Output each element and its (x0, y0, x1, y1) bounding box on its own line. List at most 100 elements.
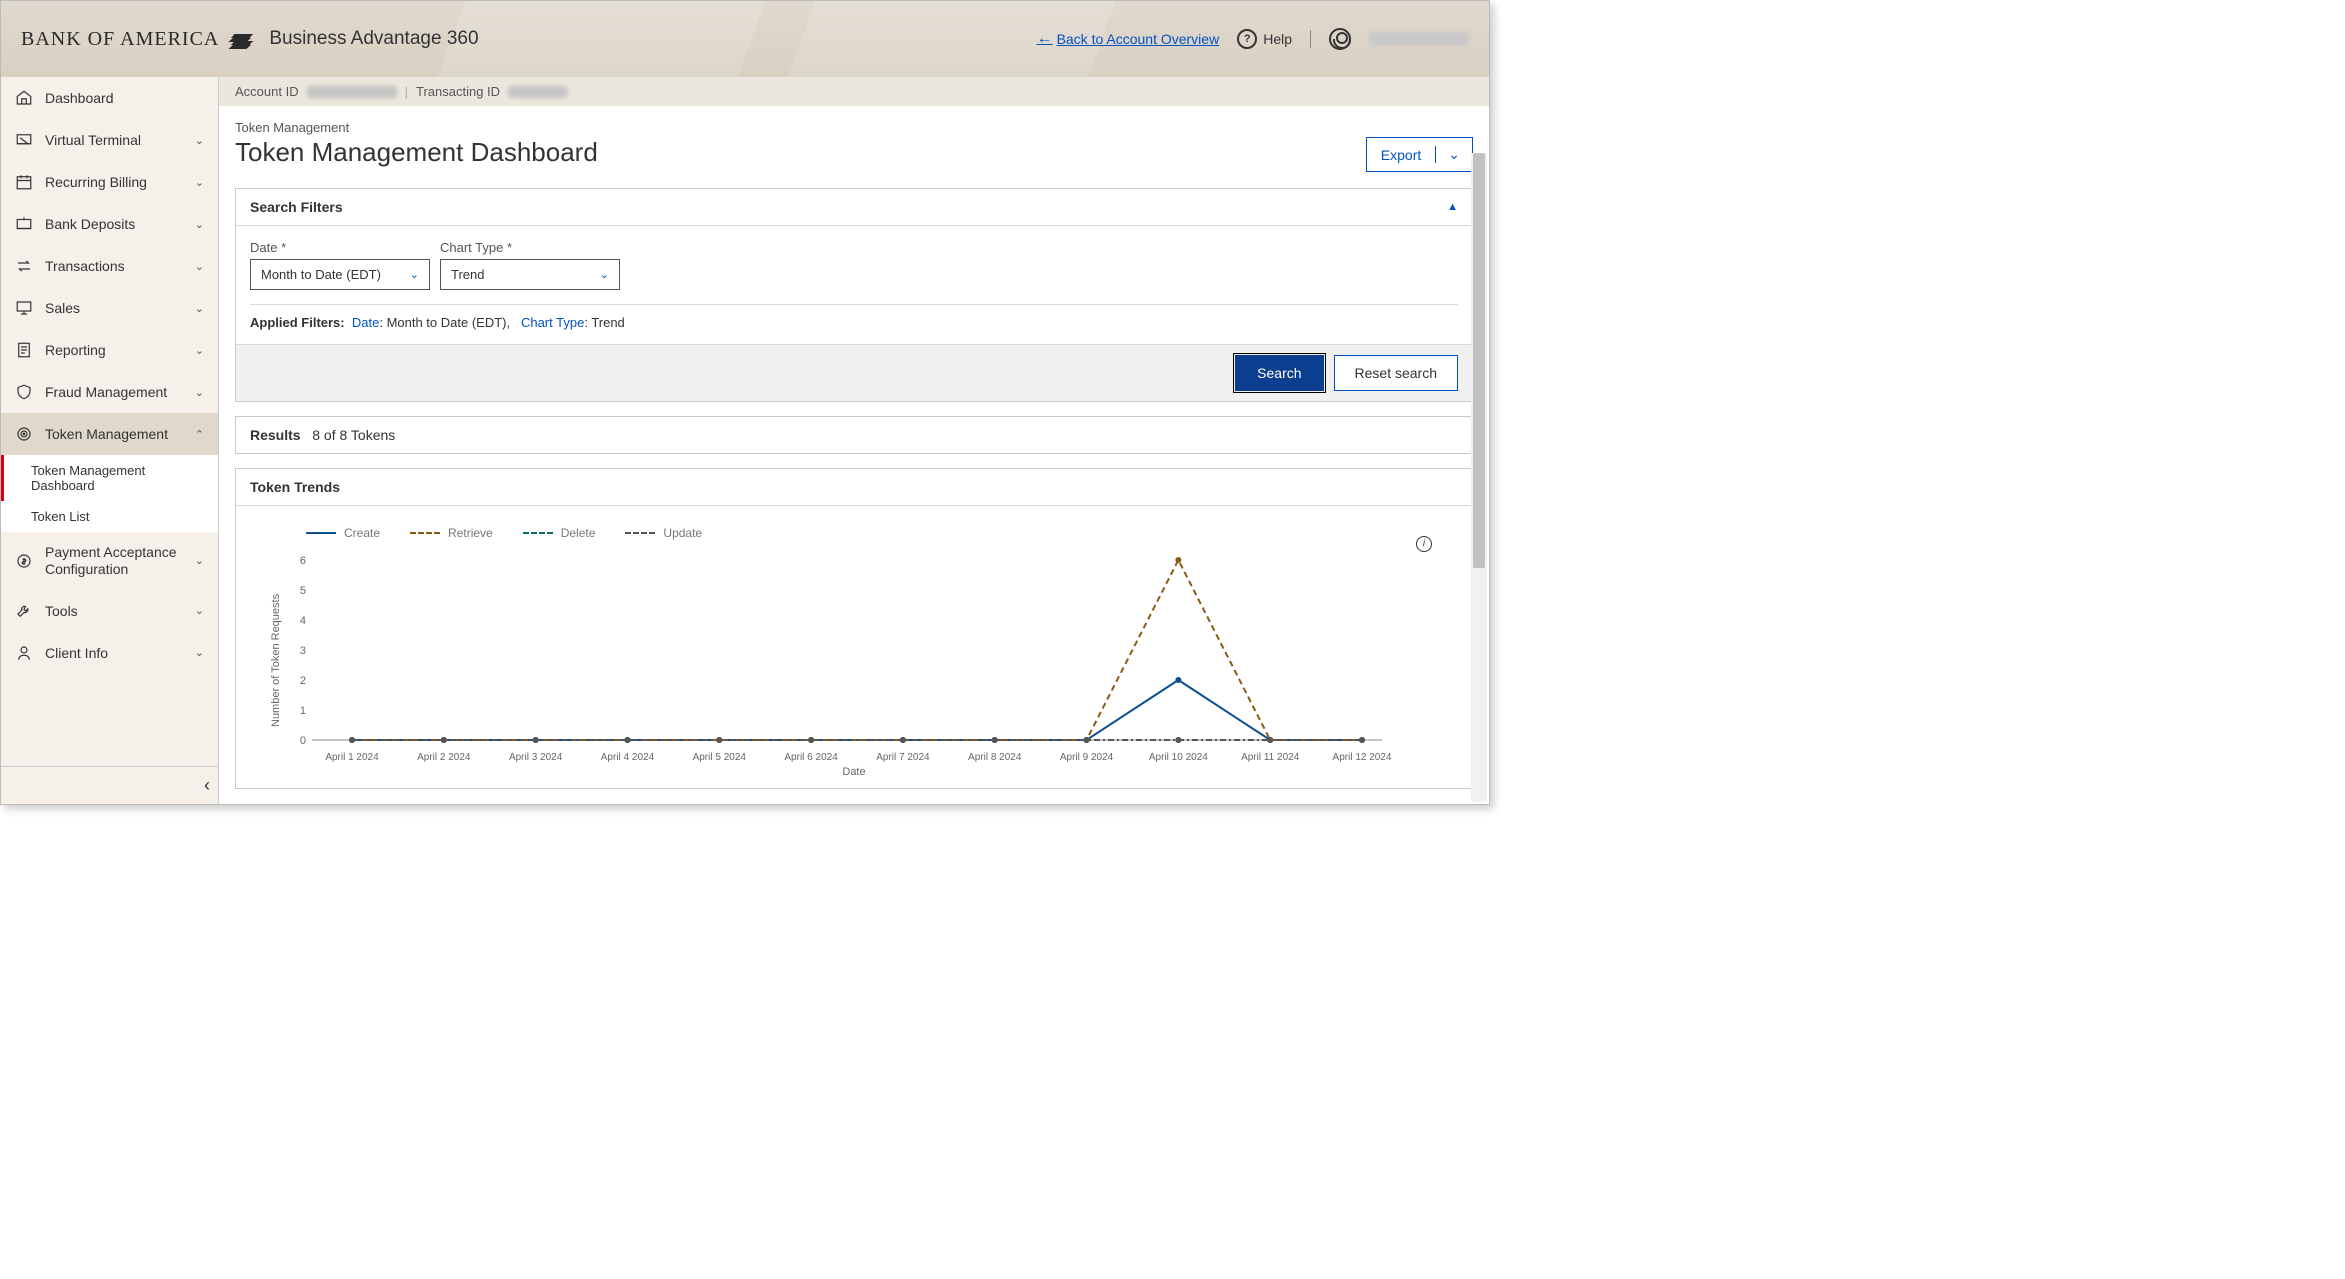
account-id-redacted (307, 86, 397, 98)
sidebar-subitem-token-dashboard[interactable]: Token Management Dashboard (1, 455, 218, 501)
svg-text:April 1 2024: April 1 2024 (325, 752, 379, 763)
wrench-icon (15, 602, 33, 620)
info-icon[interactable]: i (1416, 536, 1432, 552)
scrollbar-track[interactable] (1471, 153, 1487, 802)
reset-search-button[interactable]: Reset search (1334, 355, 1458, 391)
sidebar-label: Transactions (45, 258, 125, 274)
applied-date-value: Month to Date (EDT) (387, 315, 507, 330)
sidebar-item-token-management[interactable]: Token Management ⌃ (1, 413, 218, 455)
user-name-redacted (1369, 32, 1469, 46)
chevron-down-icon: ⌄ (1435, 146, 1472, 163)
sidebar-item-payment-acceptance[interactable]: Payment Acceptance Configuration ⌄ (1, 532, 218, 590)
svg-text:5: 5 (300, 585, 306, 597)
brand-flag-icon (233, 34, 251, 45)
svg-text:April 3 2024: April 3 2024 (509, 752, 563, 763)
divider (1310, 30, 1311, 48)
transacting-id-redacted (508, 86, 568, 98)
svg-text:April 12 2024: April 12 2024 (1333, 752, 1392, 763)
sidebar-item-virtual-terminal[interactable]: Virtual Terminal ⌄ (1, 119, 218, 161)
back-to-overview-link[interactable]: ← Back to Account Overview (1037, 30, 1220, 48)
chevron-up-icon: ⌃ (195, 428, 204, 441)
help-button[interactable]: ? Help (1237, 29, 1292, 49)
page-title: Token Management Dashboard (235, 137, 598, 168)
svg-text:0: 0 (300, 735, 306, 747)
chevron-down-icon: ⌄ (195, 646, 204, 659)
export-label: Export (1367, 147, 1435, 163)
chevron-down-icon: ⌄ (195, 344, 204, 357)
chevron-down-icon: ⌄ (195, 302, 204, 315)
export-button[interactable]: Export ⌄ (1366, 137, 1473, 172)
date-select-value: Month to Date (EDT) (261, 267, 381, 282)
account-id-label: Account ID (235, 84, 299, 99)
chart-type-select[interactable]: Trend ⌄ (440, 259, 620, 290)
sidebar-collapse-button[interactable]: ‹ (1, 766, 218, 804)
sidebar-label: Sales (45, 300, 80, 316)
svg-text:April 8 2024: April 8 2024 (968, 752, 1022, 763)
token-trends-title: Token Trends (250, 479, 340, 495)
svg-text:6: 6 (300, 555, 306, 567)
search-filters-title: Search Filters (250, 199, 343, 215)
results-summary: 8 of 8 Tokens (312, 427, 395, 443)
sidebar-subitem-token-list[interactable]: Token List (1, 501, 218, 532)
svg-text:April 10 2024: April 10 2024 (1149, 752, 1208, 763)
search-filters-header[interactable]: Search Filters ▲ (236, 189, 1472, 226)
chevron-down-icon: ⌄ (195, 218, 204, 231)
sidebar-item-sales[interactable]: Sales ⌄ (1, 287, 218, 329)
legend-update[interactable]: Update (625, 526, 702, 540)
sidebar-item-tools[interactable]: Tools ⌄ (1, 590, 218, 632)
sidebar-label: Dashboard (45, 90, 114, 106)
chart-type-select-value: Trend (451, 267, 484, 282)
chevron-down-icon: ⌄ (195, 260, 204, 273)
target-icon (15, 425, 33, 443)
sidebar-label: Bank Deposits (45, 216, 135, 232)
legend-retrieve[interactable]: Retrieve (410, 526, 493, 540)
chevron-down-icon: ⌄ (195, 554, 204, 567)
chevron-left-icon: ‹ (204, 775, 210, 795)
sidebar-label: Fraud Management (45, 384, 167, 400)
sidebar-label: Virtual Terminal (45, 132, 141, 148)
legend-delete[interactable]: Delete (523, 526, 596, 540)
display-icon (15, 299, 33, 317)
scrollbar-thumb[interactable] (1473, 153, 1485, 568)
svg-text:2: 2 (300, 675, 306, 687)
svg-text:4: 4 (300, 615, 306, 627)
token-trends-chart: 0123456April 1 2024April 2 2024April 3 2… (282, 550, 1392, 770)
applied-charttype-value: Trend (591, 315, 624, 330)
svg-text:April 2 2024: April 2 2024 (417, 752, 471, 763)
sidebar-item-reporting[interactable]: Reporting ⌄ (1, 329, 218, 371)
page-subtitle: Token Management (235, 120, 1473, 135)
sidebar-label: Tools (45, 603, 78, 619)
top-bar: BANK OF AMERICA Business Advantage 360 ←… (1, 1, 1489, 77)
chevron-down-icon: ⌄ (600, 268, 609, 281)
token-trends-panel: Token Trends i Create Retrieve Delete Up… (235, 468, 1473, 789)
date-select[interactable]: Month to Date (EDT) ⌄ (250, 259, 430, 290)
svg-text:April 7 2024: April 7 2024 (876, 752, 930, 763)
svg-text:April 9 2024: April 9 2024 (1060, 752, 1114, 763)
shield-icon (15, 383, 33, 401)
sidebar-item-transactions[interactable]: Transactions ⌄ (1, 245, 218, 287)
sidebar-item-client-info[interactable]: Client Info ⌄ (1, 632, 218, 674)
y-axis-label: Number of Token Requests (266, 550, 282, 770)
sidebar-label: Reporting (45, 342, 106, 358)
chevron-down-icon: ⌄ (195, 386, 204, 399)
results-label: Results (250, 427, 301, 443)
chevron-down-icon: ⌄ (195, 604, 204, 617)
applied-date-key: Date (352, 315, 379, 330)
user-avatar-icon[interactable] (1329, 28, 1351, 50)
terminal-icon (15, 131, 33, 149)
sidebar-label: Token Management (45, 426, 168, 442)
sidebar-item-bank-deposits[interactable]: Bank Deposits ⌄ (1, 203, 218, 245)
search-button[interactable]: Search (1235, 355, 1323, 391)
sidebar-item-recurring-billing[interactable]: Recurring Billing ⌄ (1, 161, 218, 203)
sidebar-item-dashboard[interactable]: Dashboard (1, 77, 218, 119)
document-icon (15, 341, 33, 359)
results-panel: Results 8 of 8 Tokens (235, 416, 1473, 454)
person-icon (15, 644, 33, 662)
sidebar-item-fraud-management[interactable]: Fraud Management ⌄ (1, 371, 218, 413)
caret-up-icon: ▲ (1447, 201, 1458, 213)
svg-text:3: 3 (300, 645, 306, 657)
legend-create[interactable]: Create (306, 526, 380, 540)
chart-type-field-label: Chart Type * (440, 240, 620, 255)
calendar-icon (15, 173, 33, 191)
help-label: Help (1263, 31, 1292, 47)
